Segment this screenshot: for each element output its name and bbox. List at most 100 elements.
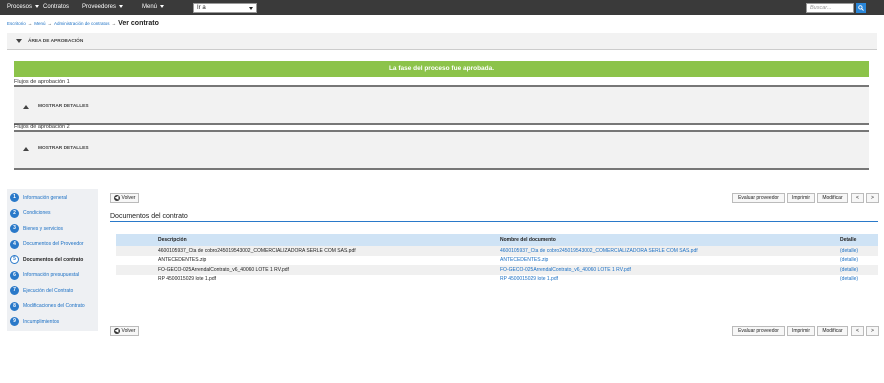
chevron-down-icon [35, 4, 40, 8]
sidebar-item-label: Ejecución del Contrato [23, 287, 74, 294]
search-button[interactable] [856, 3, 866, 13]
table-row: 4600105937_Cta de cobro245019543002_COME… [116, 246, 878, 256]
detail-link[interactable]: (detalle) [840, 246, 878, 256]
sidebar-item-informacion-general[interactable]: 1 Información general [9, 192, 97, 203]
approval-area-toggle[interactable]: ÁREA DE APROBACIÓN [7, 33, 877, 50]
step-number: 3 [10, 224, 19, 233]
back-button[interactable]: ◀ Volver [110, 193, 139, 203]
menu-label: Contratos [43, 4, 70, 10]
sidebar-item-label: Documentos del contrato [23, 256, 84, 263]
modify-button[interactable]: Modificar [817, 193, 848, 203]
breadcrumb: Escritorio → Menú → Administración de contra… [7, 20, 159, 27]
menu-label: Procesos [7, 4, 33, 10]
detail-link[interactable]: (detalle) [840, 256, 878, 266]
evaluate-supplier-button[interactable]: Evaluar proveedor [732, 193, 785, 203]
search-icon [858, 5, 864, 11]
back-button[interactable]: ◀ Volver [110, 326, 139, 336]
sidebar-item-ejecucion-contrato[interactable]: 7 Ejecución del Contrato [9, 285, 97, 296]
table-row: FO-GECO-025ArrendalContrato_v6_40060 LOT… [116, 265, 878, 275]
collapse-icon [16, 39, 22, 43]
sidebar-item-label: Bienes y servicios [23, 225, 64, 232]
menu-label: Proveedores [82, 4, 117, 10]
document-description: ANTECEDENTES.zip [158, 257, 207, 264]
sidebar-item-bienes-servicios[interactable]: 3 Bienes y servicios [9, 223, 97, 234]
chevron-down-icon [249, 7, 253, 10]
breadcrumb-menu[interactable]: Menú [34, 21, 45, 26]
expand-icon [23, 147, 29, 151]
sidebar-item-label: Información presupuestal [23, 272, 80, 278]
page-title: Ver contrato [118, 20, 159, 27]
approval-area-label: ÁREA DE APROBACIÓN [28, 39, 84, 44]
previous-button[interactable]: < [851, 326, 864, 336]
top-navigation-bar: Procesos Contratos Proveedores Menú Ir a… [0, 0, 884, 15]
sidebar-item-label: Información general [23, 194, 68, 201]
document-link[interactable]: RP 4500015029 lote 1.pdf [500, 275, 840, 285]
step-number: 9 [10, 317, 19, 326]
contract-documents-table: Descripción Nombre del documento Detalle… [116, 234, 878, 284]
previous-button[interactable]: < [851, 193, 864, 203]
column-header-descripcion: Descripción [116, 234, 500, 246]
document-description: RP 4500015029 lote 1.pdf [158, 276, 217, 283]
show-details-toggle[interactable]: MOSTRAR DETALLES [38, 104, 89, 109]
menu-procesos[interactable]: Procesos [7, 4, 40, 10]
modify-button[interactable]: Modificar [817, 326, 848, 336]
document-link[interactable]: FO-GECO-025ArrendalContrato_v6_40060 LOT… [500, 265, 840, 275]
goto-value: Ir a [197, 5, 206, 11]
sidebar-item-condiciones[interactable]: 2 Condiciones [9, 208, 97, 219]
sidebar-item-modificaciones-contrato[interactable]: 8 Modificaciones del Contrato [9, 301, 97, 312]
section-divider [110, 221, 878, 222]
sidebar-item-incumplimientos[interactable]: 9 Incumplimientos [9, 316, 97, 327]
expand-icon [23, 105, 29, 109]
menu-menu[interactable]: Menú [142, 4, 165, 10]
menu-proveedores[interactable]: Proveedores [82, 4, 124, 10]
detail-link[interactable]: (detalle) [840, 265, 878, 275]
step-number: 6 [10, 270, 19, 280]
column-header-detalle: Detalle [840, 234, 878, 246]
step-number: 7 [10, 286, 19, 295]
step-number: 4 [10, 239, 19, 249]
back-label: Volver [121, 328, 136, 334]
step-number: 5 [10, 255, 19, 264]
menu-contratos[interactable]: Contratos [43, 4, 69, 10]
chevron-down-icon [160, 4, 165, 8]
search-input[interactable]: Buscar... [806, 3, 854, 13]
table-row: ANTECEDENTES.zip ANTECEDENTES.zip (detal… [116, 256, 878, 266]
approval-status-banner: La fase del proceso fue aprobada. [14, 61, 869, 77]
menu-label: Menú [142, 4, 158, 10]
chevron-down-icon [119, 4, 124, 8]
document-link[interactable]: 4600105937_Cta de cobro245019543002_COME… [500, 246, 840, 256]
goto-select[interactable]: Ir a [193, 3, 257, 13]
document-description: FO-GECO-025ArrendalContrato_v6_40060 LOT… [116, 265, 500, 275]
document-description: 4600105937_Cta de cobro245019543002_COME… [116, 246, 500, 256]
step-number: 2 [10, 208, 19, 218]
sidebar-item-label: Documentos del Proveedor [23, 241, 84, 247]
back-arrow-icon: ◀ [113, 327, 120, 334]
sidebar-item-documentos-contrato[interactable]: 5 Documentos del contrato [9, 254, 97, 265]
sidebar-item-label: Condiciones [23, 210, 51, 216]
column-header-nombre-documento: Nombre del documento [500, 234, 840, 246]
step-number: 8 [10, 301, 19, 311]
breadcrumb-admin-contratos[interactable]: Administración de contratos [54, 21, 110, 26]
approval-flow-box: MOSTRAR DETALLES [14, 85, 869, 125]
table-row: RP 4500015029 lote 1.pdf RP 4500015029 l… [116, 275, 878, 285]
step-number: 1 [10, 193, 19, 202]
document-link[interactable]: ANTECEDENTES.zip [500, 256, 840, 266]
detail-link[interactable]: (detalle) [840, 275, 878, 285]
breadcrumb-escritorio[interactable]: Escritorio [7, 21, 26, 26]
back-label: Volver [121, 195, 136, 201]
next-button[interactable]: > [866, 326, 879, 336]
sidebar-item-informacion-presupuestal[interactable]: 6 Información presupuestal [9, 270, 97, 281]
print-button[interactable]: Imprimir [787, 326, 815, 336]
table-header-row: Descripción Nombre del documento Detalle [116, 234, 878, 246]
print-button[interactable]: Imprimir [787, 193, 815, 203]
sidebar-item-label: Modificaciones del Contrato [23, 303, 85, 309]
evaluate-supplier-button[interactable]: Evaluar proveedor [732, 326, 785, 336]
back-arrow-icon: ◀ [113, 194, 120, 201]
next-button[interactable]: > [866, 193, 879, 203]
section-title: Documentos del contrato [110, 213, 188, 220]
sidebar-item-label: Incumplimientos [23, 318, 60, 325]
approval-flow-box: MOSTRAR DETALLES [14, 130, 869, 170]
contract-sections-sidebar: 1 Información general 2 Condiciones 3 Biene… [7, 189, 98, 331]
sidebar-item-documentos-proveedor[interactable]: 4 Documentos del Proveedor [9, 239, 97, 250]
show-details-toggle[interactable]: MOSTRAR DETALLES [38, 146, 89, 151]
